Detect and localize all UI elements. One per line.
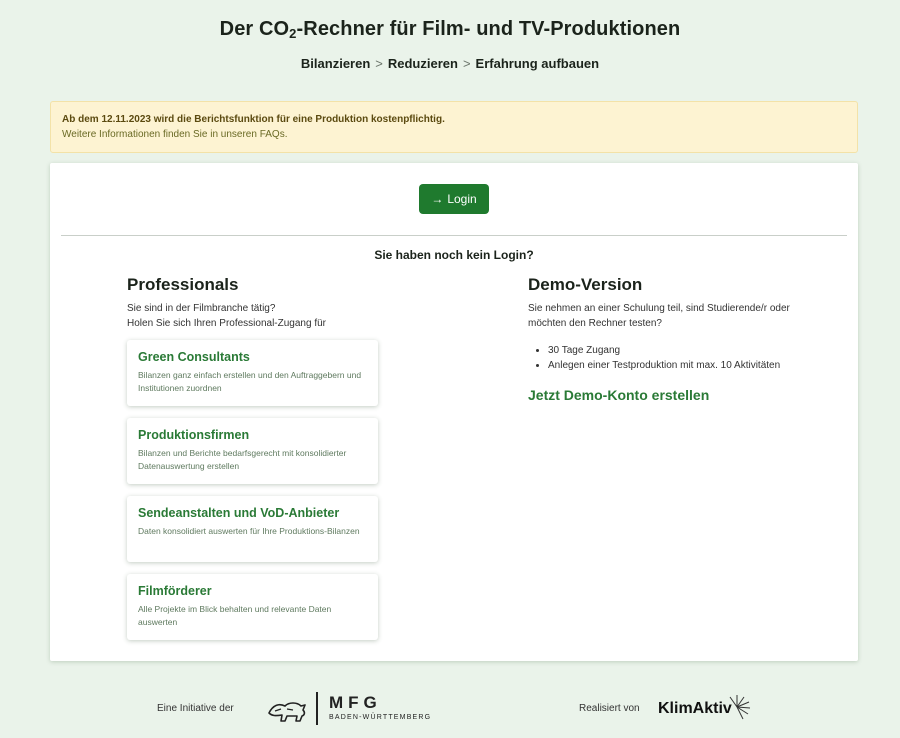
arrow-right-icon: → (431, 192, 444, 206)
breadcrumb-separator: > (462, 56, 471, 71)
notice-headline: Ab dem 12.11.2023 wird die Berichtsfunkt… (62, 114, 445, 125)
list-item: Anlegen einer Testproduktion mit max. 10… (548, 358, 798, 373)
main-card: → Login Sie haben noch kein Login? Profes… (50, 163, 858, 661)
tile-green-consultants[interactable]: Green Consultants Bilanzen ganz einfach … (127, 340, 378, 406)
tile-description: Alle Projekte im Blick behalten und rele… (138, 604, 332, 627)
breadcrumb-separator: > (375, 56, 383, 71)
klimaktiv-logo: KlimAktiv (658, 700, 732, 717)
breadcrumb-item-bilanzieren: Bilanzieren (300, 56, 371, 71)
professionals-section: Professionals Sie sind in der Filmbranch… (127, 275, 387, 331)
tile-produktionsfirmen[interactable]: Produktionsfirmen Bilanzen und Berichte … (127, 418, 378, 484)
mfg-logo-subtext: BADEN-WÜRTTEMBERG (329, 714, 432, 721)
klimaktiv-rays-icon (729, 695, 751, 720)
mfg-logo-text: MFG (329, 693, 382, 712)
notice-faq-link[interactable]: Weitere Informationen finden Sie in unse… (62, 127, 846, 142)
professionals-intro-line: Holen Sie sich Ihren Professional-Zugang… (127, 318, 326, 329)
tile-description: Daten konsolidiert auswerten für Ihre Pr… (138, 526, 360, 536)
realized-by-label: Realisiert von (579, 703, 640, 714)
tile-title: Produktionsfirmen (138, 428, 250, 442)
login-button[interactable]: → Login (419, 184, 489, 214)
create-demo-account-link[interactable]: Jetzt Demo-Konto erstellen (528, 387, 798, 403)
tile-title: Sendeanstalten und VoD-Anbieter (138, 506, 340, 520)
initiative-label: Eine Initiative der (157, 703, 234, 714)
demo-intro: Sie nehmen an einer Schulung teil, sind … (528, 303, 790, 329)
mfg-lion-logo-icon (268, 702, 306, 722)
professionals-intro-line: Sie sind in der Filmbranche tätig? (127, 303, 276, 314)
breadcrumb-item-reduzieren: Reduzieren (387, 56, 458, 71)
no-login-heading: Sie haben noch kein Login? (374, 248, 534, 262)
demo-heading: Demo-Version (528, 275, 643, 294)
list-item: 30 Tage Zugang (548, 343, 798, 358)
mfg-logo: MFG BADEN-WÜRTTEMBERG (329, 693, 431, 721)
logo-divider (316, 692, 318, 725)
professionals-heading: Professionals (127, 275, 239, 294)
demo-feature-list: 30 Tage Zugang Anlegen einer Testprodukt… (528, 343, 798, 373)
tile-description: Bilanzen ganz einfach erstellen und den … (138, 370, 362, 393)
notice-banner: Ab dem 12.11.2023 wird die Berichtsfunkt… (50, 101, 858, 153)
breadcrumb-item-erfahrung: Erfahrung aufbauen (475, 56, 600, 71)
tile-filmfoerderer[interactable]: Filmförderer Alle Projekte im Blick beha… (127, 574, 378, 640)
demo-section: Demo-Version Sie nehmen an einer Schulun… (528, 275, 798, 403)
divider (61, 235, 847, 236)
tile-sendeanstalten[interactable]: Sendeanstalten und VoD-Anbieter Daten ko… (127, 496, 378, 562)
tile-title: Green Consultants (138, 350, 250, 364)
professionals-intro: Sie sind in der Filmbranche tätig? Holen… (127, 301, 387, 331)
tile-description: Bilanzen und Berichte bedarfsgerecht mit… (138, 448, 347, 471)
page-title: Der CO2-Rechner für Film- und TV-Produkt… (219, 18, 681, 41)
breadcrumb: Bilanzieren > Reduzieren > Erfahrung aufbaue… (0, 56, 900, 71)
login-button-label: Login (447, 192, 477, 206)
tile-title: Filmförderer (138, 584, 212, 598)
